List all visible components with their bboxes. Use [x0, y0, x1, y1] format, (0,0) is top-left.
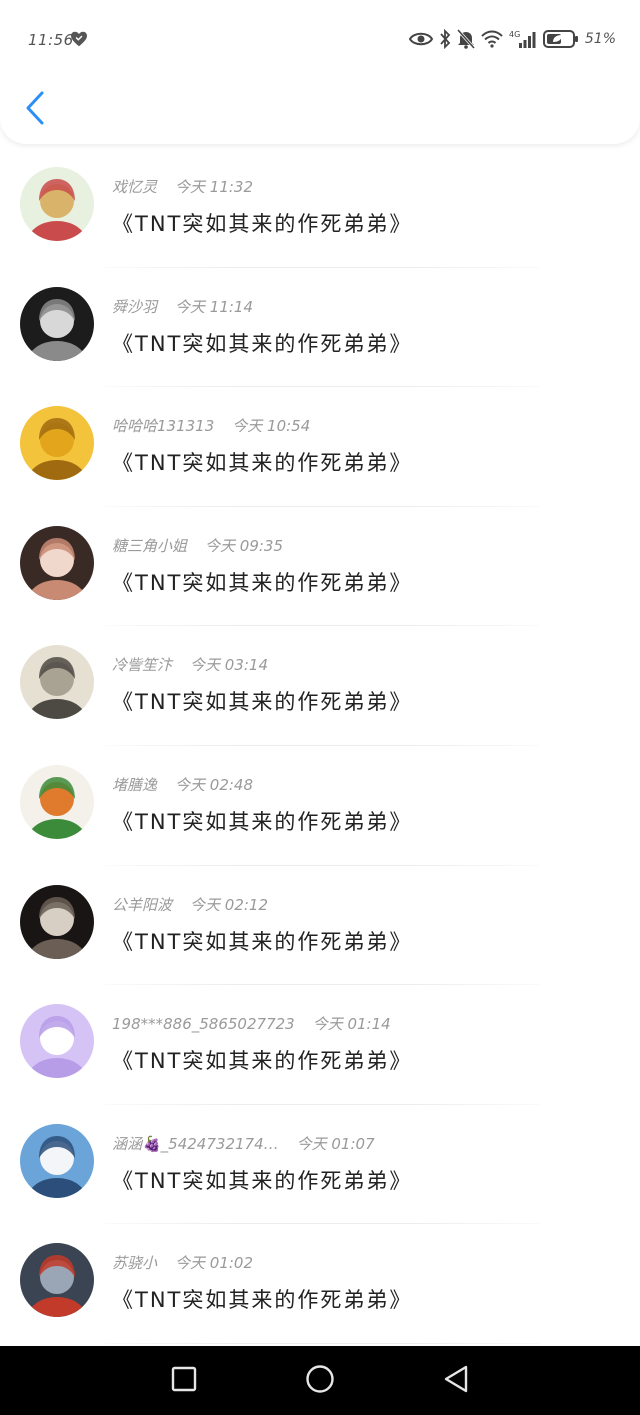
message-time: 今天 02:12 — [190, 895, 269, 914]
message-time: 今天 03:14 — [190, 656, 269, 675]
message-meta: 冷訾笙汴 今天 03:14 — [112, 654, 268, 675]
signal-icon: 4G — [509, 29, 537, 49]
message-text: 《TNT突如其来的作死弟弟》 — [112, 212, 413, 236]
avatar[interactable] — [20, 884, 94, 959]
system-navigation-bar — [0, 1346, 640, 1415]
message-time: 今天 11:32 — [175, 178, 254, 196]
message-meta: 哈哈哈131313 今天 10:54 — [112, 415, 310, 436]
status-bar: 11:56 4G 51% — [0, 0, 640, 80]
divider — [105, 1342, 540, 1344]
message-list-screen: 11:56 4G 51% 戏忆灵 今天 11:32 《TNT突如其来的作死弟弟》… — [0, 0, 640, 1415]
wifi-icon — [481, 30, 503, 48]
avatar[interactable] — [20, 764, 94, 839]
network-type: 4G — [509, 30, 520, 39]
message-time: 今天 01:02 — [175, 1254, 254, 1273]
sender-name[interactable]: 舜沙羽 — [112, 298, 157, 316]
sender-name[interactable]: 苏骁小 — [112, 1254, 157, 1272]
avatar[interactable] — [20, 645, 94, 720]
message-text: 《TNT突如其来的作死弟弟》 — [112, 1168, 413, 1193]
message-meta: 糖三角小姐 今天 09:35 — [112, 535, 283, 556]
sender-name[interactable]: 198***886_5865027723 — [112, 1015, 295, 1033]
list-item[interactable]: 198***886_5865027723 今天 01:14 《TNT突如其来的作死弟… — [0, 985, 640, 1105]
avatar[interactable] — [20, 406, 94, 481]
list-item[interactable]: 公羊阳波 今天 02:12 《TNT突如其来的作死弟弟》 — [0, 866, 640, 986]
message-text: 《TNT突如其来的作死弟弟》 — [112, 570, 413, 595]
sender-name[interactable]: 涵涵🍇_5424732174… — [112, 1135, 279, 1153]
message-text: 《TNT突如其来的作死弟弟》 — [112, 1049, 413, 1074]
message-time: 今天 10:54 — [232, 417, 311, 436]
home-button[interactable] — [290, 1346, 350, 1415]
list-item[interactable]: 苏骁小 今天 01:02 《TNT突如其来的作死弟弟》 — [0, 1224, 640, 1344]
list-item[interactable]: 冷訾笙汴 今天 03:14 《TNT突如其来的作死弟弟》 — [0, 626, 640, 746]
message-time: 今天 01:07 — [296, 1134, 375, 1153]
header: 11:56 4G 51% — [0, 0, 640, 144]
message-text: 《TNT突如其来的作死弟弟》 — [112, 929, 413, 954]
message-time: 今天 11:14 — [175, 297, 254, 316]
message-time: 今天 01:14 — [312, 1015, 391, 1034]
message-time: 今天 02:48 — [175, 775, 254, 794]
sender-name[interactable]: 堵膳逸 — [112, 776, 157, 794]
message-meta: 堵膳逸 今天 02:48 — [112, 774, 253, 795]
avatar[interactable] — [20, 1004, 94, 1079]
message-meta: 苏骁小 今天 01:02 — [112, 1252, 253, 1273]
status-icons: 4G 51% — [408, 29, 616, 49]
avatar[interactable] — [20, 1243, 94, 1318]
back-button[interactable] — [20, 90, 50, 130]
mute-icon — [456, 29, 475, 49]
back-triangle-icon — [442, 1364, 470, 1398]
home-icon — [305, 1364, 335, 1398]
message-meta: 戏忆灵 今天 11:32 — [112, 176, 253, 197]
message-list: 戏忆灵 今天 11:32 《TNT突如其来的作死弟弟》 舜沙羽 今天 11:14 《TNT… — [0, 148, 640, 1344]
list-item[interactable]: 戏忆灵 今天 11:32 《TNT突如其来的作死弟弟》 — [0, 148, 640, 268]
list-item[interactable]: 舜沙羽 今天 11:14 《TNT突如其来的作死弟弟》 — [0, 268, 640, 388]
message-text: 《TNT突如其来的作死弟弟》 — [112, 690, 413, 715]
back-nav-button[interactable] — [426, 1346, 486, 1415]
list-item[interactable]: 堵膳逸 今天 02:48 《TNT突如其来的作死弟弟》 — [0, 746, 640, 866]
sender-name[interactable]: 戏忆灵 — [112, 178, 157, 196]
sender-name[interactable]: 哈哈哈131313 — [112, 417, 214, 435]
avatar[interactable] — [20, 286, 94, 361]
avatar[interactable] — [20, 525, 94, 600]
list-item[interactable]: 涵涵🍇_5424732174… 今天 01:07 《TNT突如其来的作死弟弟》 — [0, 1105, 640, 1225]
message-meta: 舜沙羽 今天 11:14 — [112, 296, 253, 317]
list-item[interactable]: 糖三角小姐 今天 09:35 《TNT突如其来的作死弟弟》 — [0, 507, 640, 627]
message-time: 今天 09:35 — [205, 536, 284, 555]
chevron-left-icon — [25, 91, 45, 129]
message-text: 《TNT突如其来的作死弟弟》 — [112, 451, 413, 476]
eye-icon — [408, 31, 433, 47]
status-time: 11:56 — [28, 31, 74, 49]
bluetooth-icon — [439, 29, 451, 49]
avatar[interactable] — [20, 1123, 94, 1198]
battery-icon — [542, 29, 579, 49]
sender-name[interactable]: 公羊阳波 — [112, 896, 172, 914]
sender-name[interactable]: 糖三角小姐 — [112, 537, 187, 555]
message-text: 《TNT突如其来的作死弟弟》 — [112, 331, 413, 356]
recent-apps-icon — [171, 1366, 197, 1396]
message-meta: 涵涵🍇_5424732174… 今天 01:07 — [112, 1133, 375, 1154]
heart-icon — [70, 31, 88, 51]
sender-name[interactable]: 冷訾笙汴 — [112, 656, 172, 674]
list-item[interactable]: 哈哈哈131313 今天 10:54 《TNT突如其来的作死弟弟》 — [0, 387, 640, 507]
message-meta: 公羊阳波 今天 02:12 — [112, 894, 268, 915]
message-text: 《TNT突如其来的作死弟弟》 — [112, 1288, 413, 1313]
recent-apps-button[interactable] — [154, 1346, 214, 1415]
message-meta: 198***886_5865027723 今天 01:14 — [112, 1013, 391, 1034]
battery-percent: 51% — [584, 31, 616, 47]
message-text: 《TNT突如其来的作死弟弟》 — [112, 809, 413, 834]
avatar[interactable] — [20, 167, 94, 241]
